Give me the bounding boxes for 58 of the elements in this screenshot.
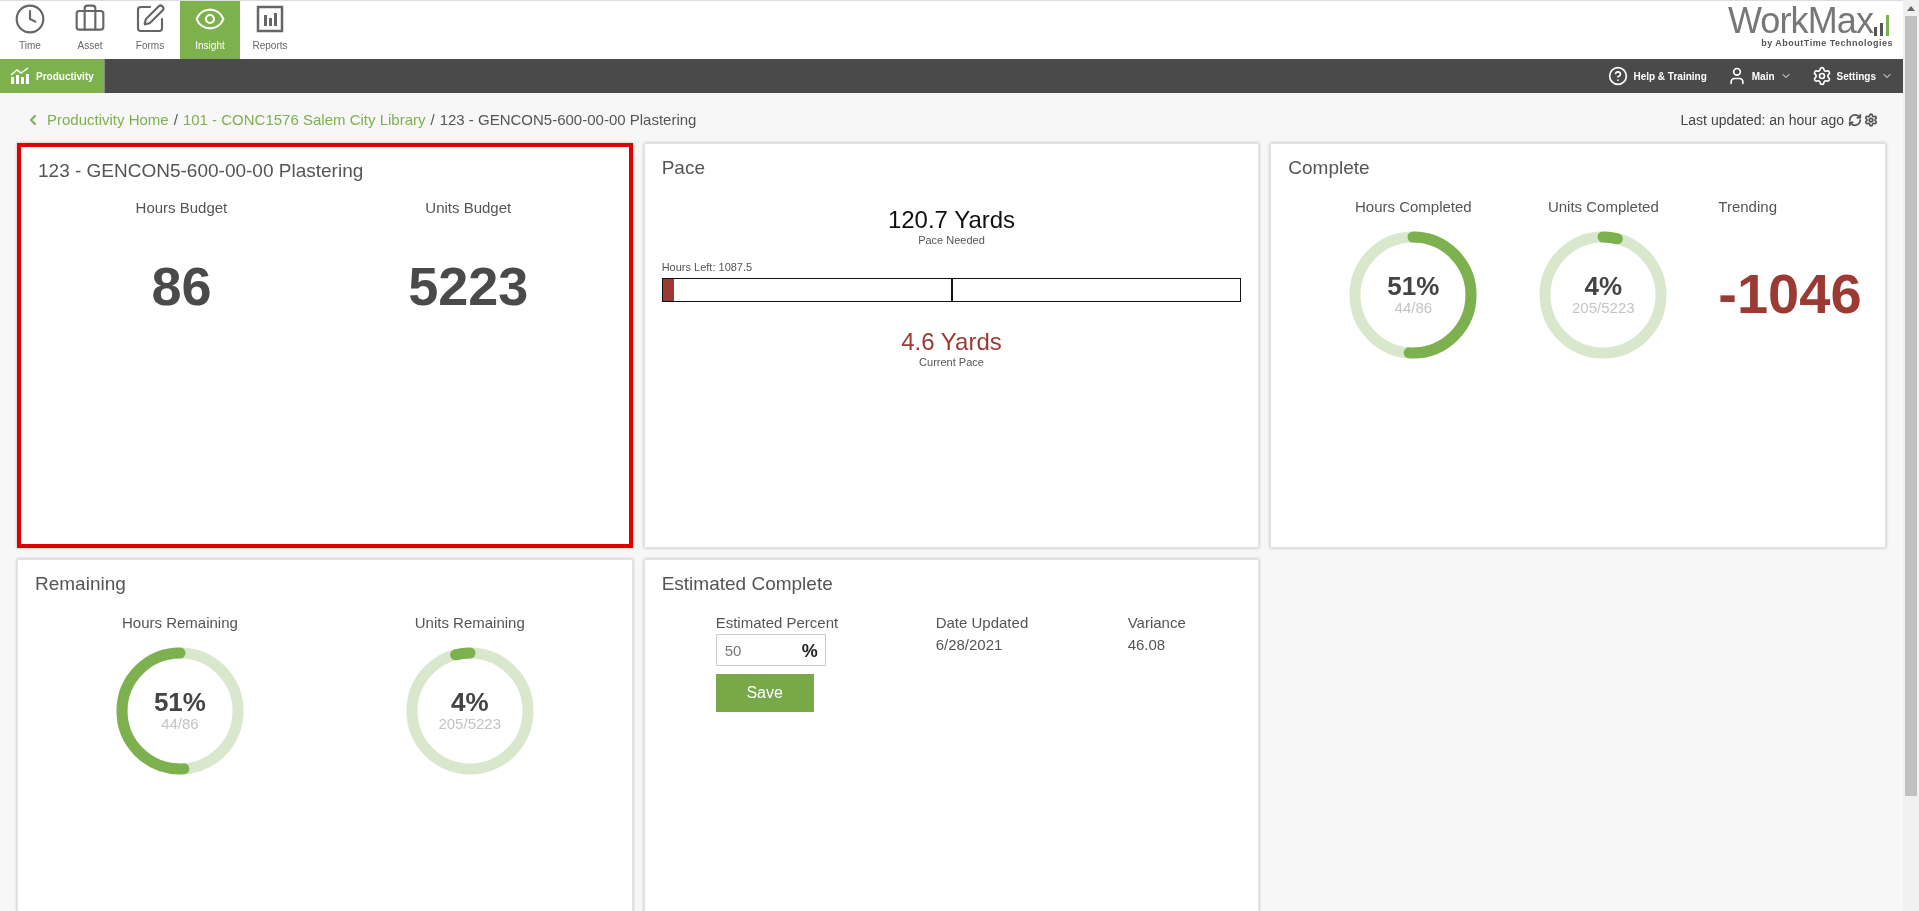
trending-value: -1046 (1718, 266, 1862, 323)
card-title: Estimated Complete (661, 572, 834, 596)
percent-sign: % (801, 640, 818, 664)
nav-tab[interactable]: Time (0, 1, 60, 59)
stat-value: 5223 (408, 259, 529, 314)
card-title: Remaining (35, 572, 127, 596)
nav-tab[interactable]: Reports (240, 1, 300, 59)
gauge-label: Hours Completed (1354, 196, 1472, 217)
field-label: Variance (1127, 612, 1186, 633)
logo-wordmark: WorkMax (1727, 3, 1873, 39)
pace-needed-value: 120.7 Yards (887, 207, 1016, 232)
hours-left-text: Hours Left: 1087.5 (661, 261, 753, 274)
breadcrumb-current: 123 - GENCON5-600-00-00 Plastering (439, 109, 697, 130)
gauge-percent: 51% (1387, 272, 1440, 299)
stat-value: 86 (151, 259, 212, 314)
settings-icon[interactable] (1864, 113, 1878, 127)
scrollbar-thumb[interactable] (1905, 16, 1917, 796)
pace-needed-label: Pace Needed (918, 232, 985, 248)
gauge-detail: 44/86 (1394, 298, 1433, 318)
refresh-icon[interactable] (1848, 113, 1862, 127)
logo-tagline: by AboutTime Technologies (1761, 39, 1893, 48)
card-title: 123 - GENCON5-600-00-00 Plastering (38, 159, 365, 183)
gauge-label: Hours Remaining (121, 612, 238, 633)
gauge-label: Units Remaining (414, 612, 525, 633)
variance-value: 46.08 (1127, 635, 1167, 656)
clock-icon (14, 3, 46, 35)
nav-tab[interactable]: Asset (60, 1, 120, 59)
current-pace-value: 4.6 Yards (901, 330, 1002, 355)
field-label: Estimated Percent (715, 612, 840, 633)
last-updated-text: Last updated: an hour ago (1680, 110, 1844, 130)
field-label: Date Updated (935, 612, 1030, 633)
gauge-label: Units Completed (1547, 196, 1659, 217)
header-menu-button[interactable]: Help & Training (1608, 66, 1707, 86)
trend-chart-icon (10, 67, 30, 85)
scroll-up-arrow-icon[interactable] (1907, 5, 1915, 11)
stat-label: Hours Budget (135, 197, 228, 218)
current-pace-label: Current Pace (919, 355, 984, 371)
breadcrumb-separator: / (430, 109, 435, 130)
card-title: Complete (1288, 156, 1371, 180)
trending-label: Trending (1718, 196, 1777, 217)
gauge-detail: 205/5223 (1572, 298, 1635, 318)
bar-chart-icon (254, 3, 286, 35)
gauge-detail: 44/86 (161, 714, 199, 734)
card-title: Pace (661, 156, 706, 180)
help-icon (1608, 66, 1629, 86)
gauge-percent: 51% (153, 688, 206, 715)
scrollbar[interactable] (1903, 0, 1919, 911)
breadcrumb-separator: / (173, 109, 178, 130)
gauge-percent: 4% (450, 688, 489, 715)
pencil-square-icon (134, 3, 166, 35)
header-menu-button[interactable]: Settings (1811, 66, 1893, 86)
date-value: 6/28/2021 (935, 635, 1004, 656)
gauge-percent: 4% (1584, 272, 1623, 299)
stat-label: Units Budget (425, 197, 512, 218)
header-menu-button[interactable]: Main (1726, 66, 1792, 86)
gauge-detail: 205/5223 (438, 714, 501, 734)
nav-tab[interactable]: Forms (120, 1, 180, 59)
settings-icon (1811, 66, 1832, 86)
